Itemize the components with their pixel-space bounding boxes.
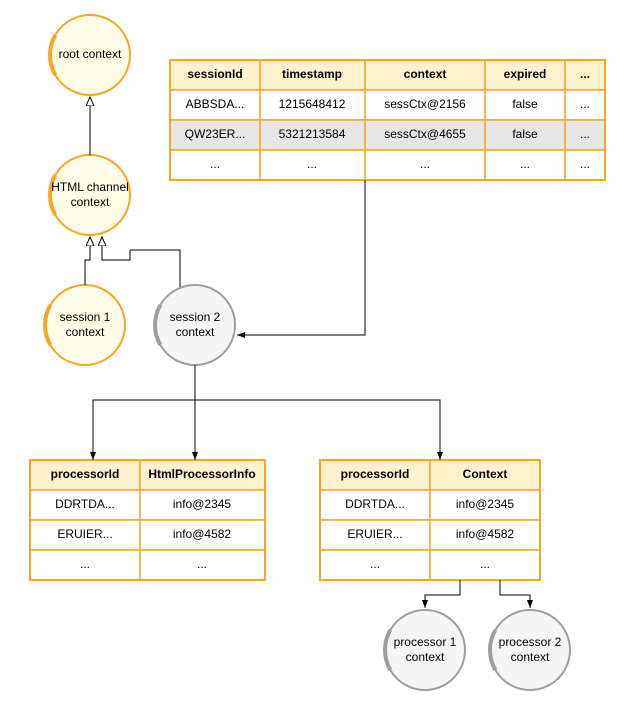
- context-processor-table: processorId Context DDRTDA... info@2345 …: [320, 460, 540, 580]
- session-c: ...: [307, 157, 317, 171]
- session-table: sessionId timestamp context expired ... …: [170, 60, 605, 180]
- session-c: ...: [210, 157, 220, 171]
- edge-s2h-html: [102, 237, 130, 260]
- session-c: false: [512, 127, 538, 141]
- session1-node: session 1 context: [45, 285, 125, 365]
- session-c: ABBSDA...: [186, 97, 245, 111]
- html-channel-label1: HTML channel: [51, 180, 129, 194]
- session-c: QW23ER...: [185, 127, 246, 141]
- session1-label2: context: [66, 325, 105, 339]
- edge-rt-p1: [425, 580, 460, 608]
- edge-s2-right: [195, 400, 440, 460]
- session1-label1: session 1: [60, 310, 111, 324]
- edge-rt-p2: [500, 580, 530, 608]
- processor2-node: processor 2 context: [490, 610, 570, 690]
- right-c: info@2345: [456, 497, 515, 511]
- right-h0: processorId: [341, 467, 410, 481]
- left-c: ...: [197, 557, 207, 571]
- left-c: info@2345: [173, 497, 232, 511]
- session-h4: ...: [580, 67, 590, 81]
- session-h0: sessionId: [187, 67, 242, 81]
- processor1-label2: context: [406, 650, 445, 664]
- html-channel-node: HTML channel context: [50, 155, 130, 235]
- right-c: ...: [370, 557, 380, 571]
- edge-s2-left: [93, 365, 195, 460]
- session2-label1: session 2: [170, 310, 221, 324]
- left-c: info@4582: [173, 527, 232, 541]
- session-c: ...: [580, 157, 590, 171]
- session-c: 5321213584: [279, 127, 346, 141]
- session-h1: timestamp: [282, 67, 342, 81]
- session-c: sessCtx@4655: [384, 127, 466, 141]
- session-h3: expired: [504, 67, 547, 81]
- right-h1: Context: [463, 467, 508, 481]
- session-h2: context: [404, 67, 447, 81]
- left-h1: HtmlProcessorInfo: [148, 467, 255, 481]
- right-c: ERUIER...: [347, 527, 402, 541]
- session-c: ...: [580, 97, 590, 111]
- left-c: DDRTDA...: [55, 497, 115, 511]
- session-c: ...: [520, 157, 530, 171]
- session2-node: session 2 context: [155, 285, 235, 365]
- processor2-label2: context: [511, 650, 550, 664]
- processor1-label1: processor 1: [394, 635, 457, 649]
- right-c: info@4582: [456, 527, 515, 541]
- left-c: ERUIER...: [57, 527, 112, 541]
- session-c: ...: [420, 157, 430, 171]
- html-processor-table: processorId HtmlProcessorInfo DDRTDA... …: [30, 460, 265, 580]
- right-c: ...: [480, 557, 490, 571]
- root-context-node: root context: [50, 15, 130, 95]
- edge-s2-up: [130, 250, 180, 287]
- session-c: sessCtx@2156: [384, 97, 466, 111]
- root-context-label: root context: [59, 47, 122, 61]
- session-c: 1215648412: [279, 97, 346, 111]
- left-c: ...: [80, 557, 90, 571]
- edge-tbl-s2: [237, 180, 365, 335]
- session-c: ...: [580, 127, 590, 141]
- processor1-node: processor 1 context: [385, 610, 465, 690]
- processor2-label1: processor 2: [499, 635, 562, 649]
- right-c: DDRTDA...: [345, 497, 405, 511]
- left-h0: processorId: [51, 467, 120, 481]
- edge-s1-html: [85, 237, 90, 285]
- session2-label2: context: [176, 325, 215, 339]
- session-c: false: [512, 97, 538, 111]
- html-channel-label2: context: [71, 195, 110, 209]
